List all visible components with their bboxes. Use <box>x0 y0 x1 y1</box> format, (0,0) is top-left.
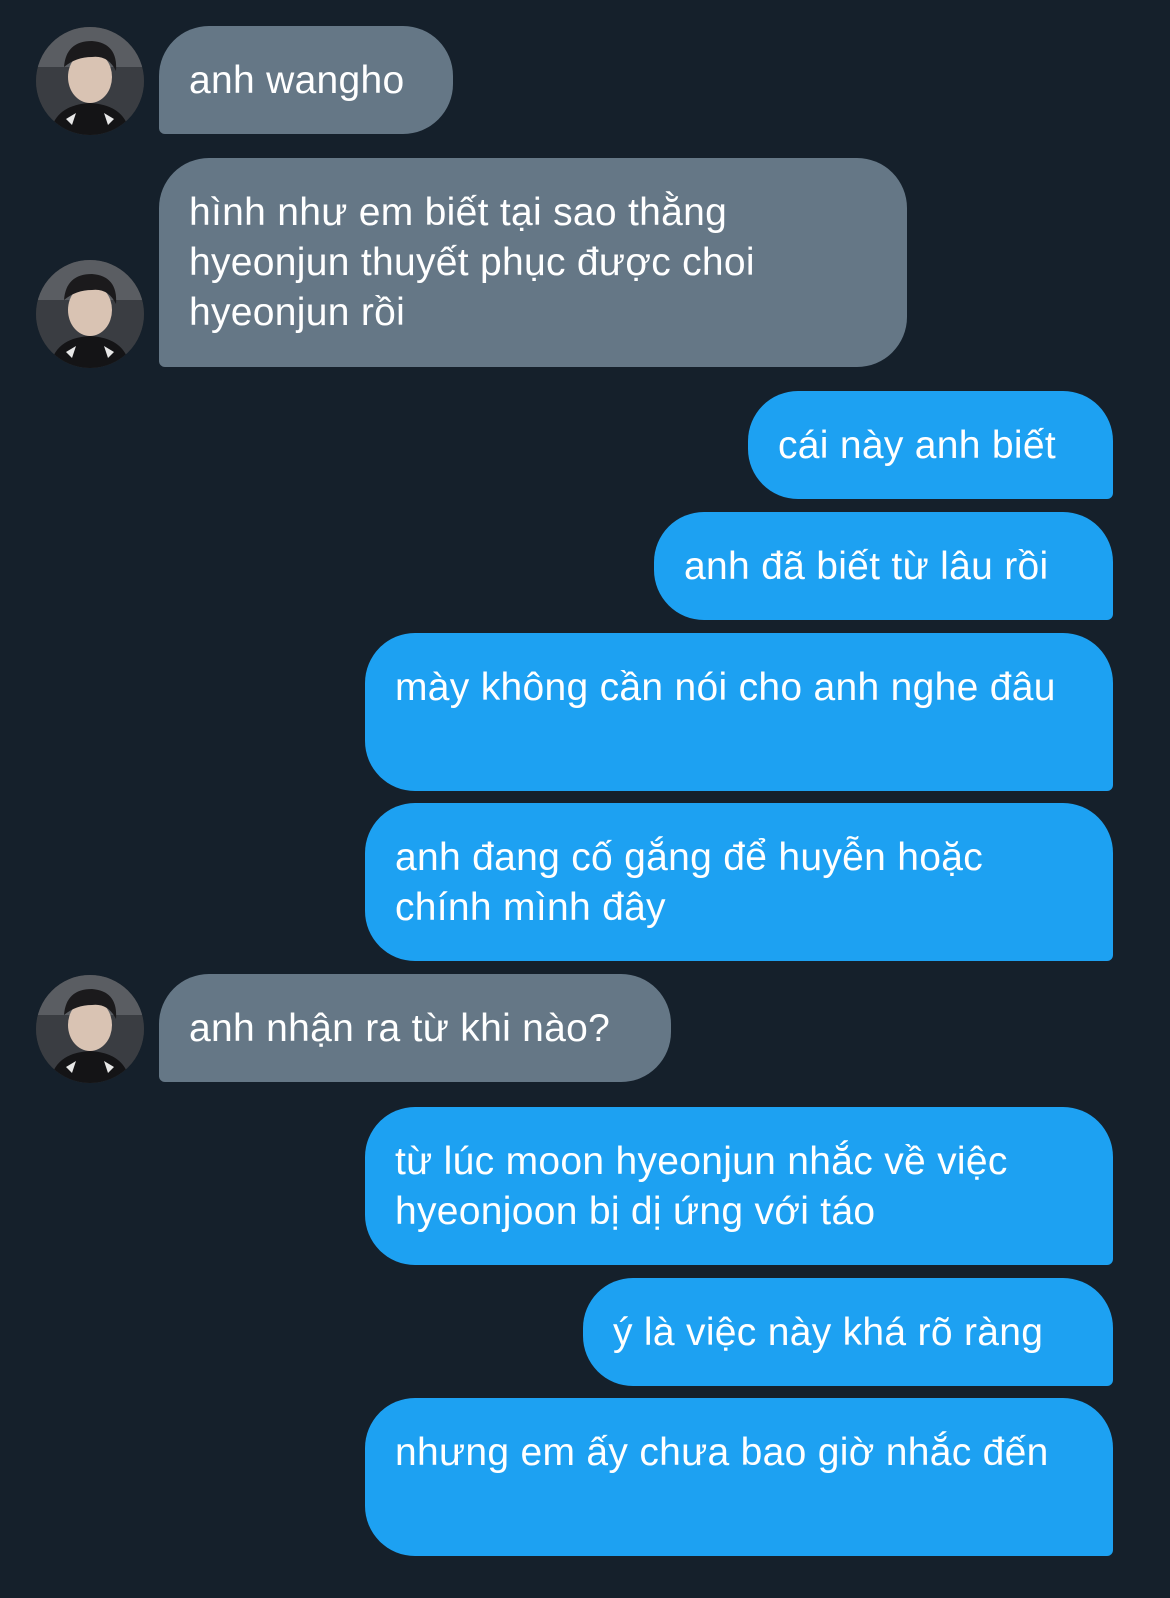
outgoing-message-bubble[interactable]: anh đã biết từ lâu rồi <box>654 512 1113 620</box>
outgoing-message-bubble[interactable]: ý là việc này khá rõ ràng <box>583 1278 1113 1386</box>
incoming-message-bubble[interactable]: anh wangho <box>159 26 453 134</box>
incoming-message-bubble[interactable]: hình như em biết tại sao thằng hyeonjun … <box>159 158 907 367</box>
avatar[interactable] <box>36 260 144 368</box>
outgoing-message-bubble[interactable]: anh đang cố gắng để huyễn hoặc chính mìn… <box>365 803 1113 961</box>
avatar[interactable] <box>36 27 144 135</box>
message-thread: anh wangho hình như em biết tại sao thằn… <box>0 0 1170 1598</box>
profile-photo-icon <box>36 260 144 368</box>
profile-photo-icon <box>36 975 144 1083</box>
outgoing-message-bubble[interactable]: nhưng em ấy chưa bao giờ nhắc đến <box>365 1398 1113 1556</box>
outgoing-message-bubble[interactable]: từ lúc moon hyeonjun nhắc về việc hyeonj… <box>365 1107 1113 1265</box>
profile-photo-icon <box>36 27 144 135</box>
avatar[interactable] <box>36 975 144 1083</box>
outgoing-message-bubble[interactable]: cái này anh biết <box>748 391 1113 499</box>
outgoing-message-bubble[interactable]: mày không cần nói cho anh nghe đâu <box>365 633 1113 791</box>
incoming-message-bubble[interactable]: anh nhận ra từ khi nào? <box>159 974 671 1082</box>
